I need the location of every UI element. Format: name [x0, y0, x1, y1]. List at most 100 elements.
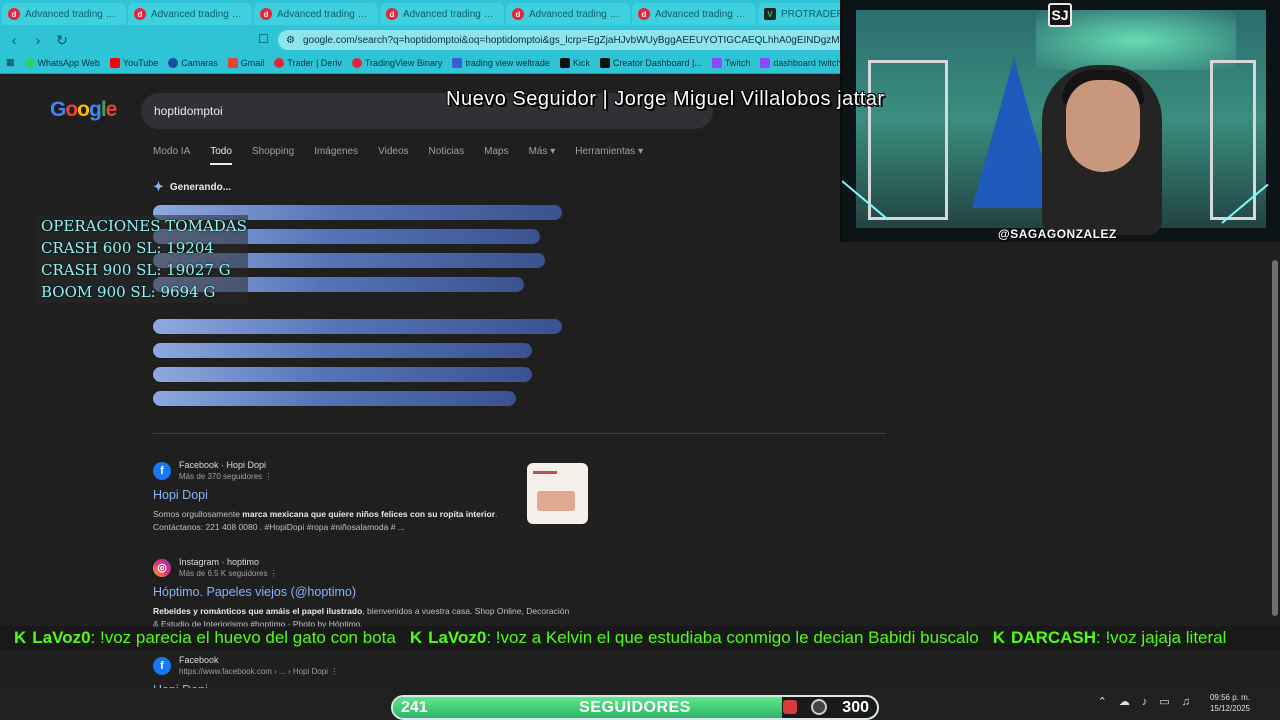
operation-line: CRASH 900 SL: 19027 G [41, 261, 231, 279]
scrollbar-thumb[interactable] [1272, 260, 1278, 616]
browser-tab[interactable]: dAdvanced trading charts [380, 3, 504, 25]
deriv-icon: d [638, 8, 650, 20]
operation-line: CRASH 600 SL: 19204 [41, 239, 214, 257]
gmail-icon [227, 57, 238, 68]
apps-grid-icon[interactable]: ▦ [6, 57, 15, 68]
chevron-down-icon: ▾ [638, 146, 644, 157]
browser-tab[interactable]: dAdvanced trading charts [506, 3, 630, 25]
chevron-down-icon: ▾ [550, 146, 556, 157]
thumbnail-graphic [533, 471, 557, 474]
result-source[interactable]: f Facebook https://www.facebook.com › ..… [153, 654, 533, 677]
thumbnail-graphic [537, 491, 575, 511]
tab-modo-ia[interactable]: Modo IA [153, 146, 190, 165]
result-source[interactable]: f Facebook · Hopi Dopi Más de 370 seguid… [153, 459, 533, 482]
forward-arrow-icon[interactable]: › [28, 32, 48, 48]
more-options-icon[interactable]: ⋮ [330, 667, 338, 676]
browser-tab[interactable]: dAdvanced trading charts [2, 3, 126, 25]
shelf [868, 60, 948, 220]
site-info-icon[interactable]: ⚙ [286, 35, 295, 46]
facebook-icon: f [153, 461, 171, 480]
reload-icon[interactable]: ↻ [52, 32, 72, 49]
browser-tab[interactable]: dAdvanced trading charts [128, 3, 252, 25]
more-options-icon[interactable]: ⋮ [264, 472, 272, 481]
weltrade-icon [452, 57, 463, 68]
avatar [811, 699, 827, 715]
bookmark-weltrade[interactable]: trading view weltrade [452, 57, 550, 68]
bookmark-whatsapp[interactable]: WhatsApp Web [24, 57, 100, 68]
sparkle-icon: ✦ [153, 179, 164, 194]
chat-message: : !voz jajaja literal [1096, 628, 1227, 647]
twitch-icon [760, 57, 771, 68]
result-source[interactable]: ◎ Instagram · hoptimo Más de 6.5 K segui… [153, 556, 533, 579]
bookmark-dashboard-twitch[interactable]: dashboard twitch [760, 57, 841, 68]
deriv-icon: d [512, 8, 524, 20]
youtube-icon [109, 57, 120, 68]
tab-maps[interactable]: Maps [484, 146, 508, 165]
chat-message: : !voz parecia el huevo del gato con bot… [90, 628, 396, 647]
bookmark-creator-dashboard[interactable]: Creator Dashboard |... [599, 57, 702, 68]
deriv-icon [274, 57, 285, 68]
twitch-icon [711, 57, 722, 68]
result-title-link[interactable]: Hopi Dopi [153, 488, 533, 502]
more-options-icon[interactable]: ⋮ [270, 569, 278, 578]
bookmark-deriv[interactable]: Trader | Deriv [274, 57, 342, 68]
tab-videos[interactable]: Videos [378, 146, 408, 165]
network-icon[interactable]: ▭ [1159, 695, 1169, 708]
tab-noticias[interactable]: Noticias [429, 146, 465, 165]
loading-placeholder [153, 343, 532, 358]
shield-icon [783, 700, 797, 714]
cloud-icon[interactable]: ☁ [1119, 695, 1130, 708]
follower-goal-bar: 241 SEGUIDORES 300 [391, 695, 879, 720]
kick-icon [599, 57, 610, 68]
whatsapp-icon [24, 57, 35, 68]
tab-todo[interactable]: Todo [210, 146, 232, 165]
chat-message: : !voz a Kelvin el que estudiaba conmigo… [486, 628, 979, 647]
url-text: google.com/search?q=hoptidomptoi&oq=hopt… [302, 34, 882, 46]
tab-mas[interactable]: Más ▾ [529, 146, 556, 165]
loading-placeholder [153, 367, 532, 382]
streamer-logo: SJ [1048, 3, 1072, 27]
tab-shopping[interactable]: Shopping [252, 146, 294, 165]
webcam-overlay [840, 0, 1280, 242]
bookmark-kick[interactable]: Kick [559, 57, 590, 68]
deriv-icon: d [8, 8, 20, 20]
chat-user: LaVoz0 [428, 628, 487, 647]
loading-placeholder [153, 391, 516, 406]
bookmark-camaras[interactable]: Camaras [168, 57, 218, 68]
tab-imagenes[interactable]: Imágenes [314, 146, 358, 165]
instagram-icon: ◎ [153, 558, 171, 577]
streamer-handle: @SAGAGONZALEZ [998, 227, 1117, 241]
kick-icon: K [14, 628, 27, 647]
divider [153, 433, 886, 434]
result-thumbnail[interactable] [527, 463, 588, 524]
kick-icon [559, 57, 570, 68]
deriv-icon: d [386, 8, 398, 20]
browser-tab[interactable]: dAdvanced trading charts [632, 3, 756, 25]
google-logo[interactable]: Google [50, 98, 117, 122]
follower-goal-label: SEGUIDORES [579, 699, 691, 716]
volume-icon[interactable]: ♫ [1182, 696, 1190, 708]
follower-goal-target: 300 [842, 699, 869, 716]
chat-ticker: K LaVoz0: !voz parecia el huevo del gato … [0, 626, 1280, 650]
search-result: ◎ Instagram · hoptimo Más de 6.5 K segui… [153, 556, 569, 631]
clock[interactable]: 09:56 p. m. 15/12/2025 [1210, 692, 1250, 714]
bookmark-twitch[interactable]: Twitch [711, 57, 750, 68]
chat-user: LaVoz0 [32, 628, 91, 647]
bookmark-icon[interactable]: ☐ [258, 32, 269, 46]
browser-tab[interactable]: dAdvanced trading charts [254, 3, 378, 25]
clock-date: 15/12/2025 [1209, 704, 1250, 713]
tab-herramientas[interactable]: Herramientas ▾ [575, 146, 643, 165]
operations-title: OPERACIONES TOMADAS [41, 217, 247, 235]
chevron-up-icon[interactable]: ⌃ [1098, 695, 1107, 708]
bookmark-gmail[interactable]: Gmail [227, 57, 264, 68]
deriv-icon [351, 57, 362, 68]
bookmark-tradingview-binary[interactable]: TradingView Binary [351, 57, 442, 68]
bookmark-youtube[interactable]: YouTube [109, 57, 158, 68]
search-tabs: Modo IA Todo Shopping Imágenes Videos No… [153, 146, 643, 165]
operations-panel: OPERACIONES TOMADAS CRASH 600 SL: 19204 … [36, 215, 248, 303]
result-title-link[interactable]: Hóptimo. Papeles viejos (@hoptimo) [153, 585, 533, 599]
ai-overview-status: ✦ Generando... [153, 179, 232, 194]
back-arrow-icon[interactable]: ‹ [4, 32, 24, 48]
chat-user: DARCASH [1011, 628, 1097, 647]
microphone-icon[interactable]: ♪ [1142, 696, 1148, 708]
